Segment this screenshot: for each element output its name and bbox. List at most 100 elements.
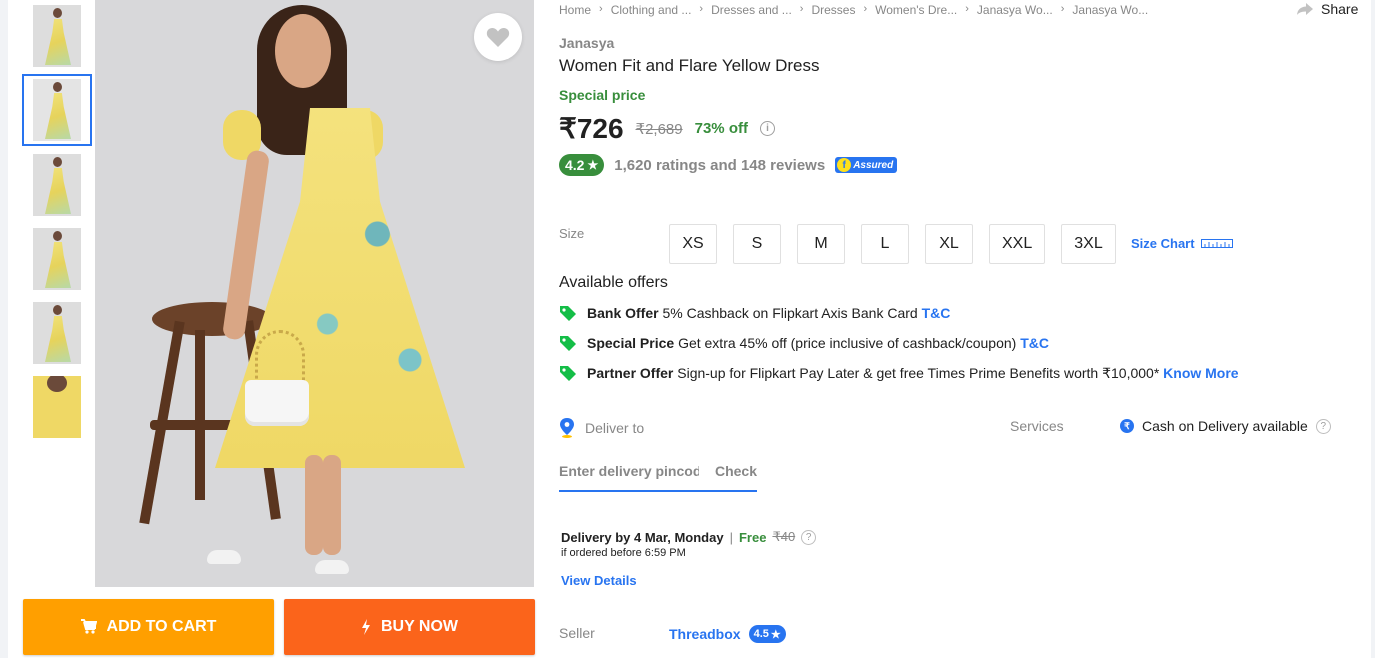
seller-rating: 4.5 bbox=[753, 628, 769, 640]
wishlist-button[interactable] bbox=[474, 13, 522, 61]
rating-badge[interactable]: 4.2 ★ bbox=[559, 154, 605, 176]
breadcrumb-item[interactable]: Janasya Wo... bbox=[1072, 3, 1148, 17]
left-rail bbox=[0, 0, 8, 658]
order-cutoff-text: if ordered before 6:59 PM bbox=[561, 547, 686, 559]
deliver-to-label: Deliver to bbox=[585, 420, 645, 436]
pincode-input[interactable] bbox=[559, 463, 699, 479]
delivery-date: Delivery by 4 Mar, Monday bbox=[561, 529, 724, 545]
star-icon: ★ bbox=[770, 628, 781, 641]
product-brand[interactable]: Janasya bbox=[559, 35, 614, 51]
delivery-fee-strike: ₹40 bbox=[772, 529, 796, 544]
services-label: Services bbox=[1010, 418, 1064, 434]
breadcrumb-item[interactable]: Women's Dre... bbox=[875, 3, 957, 17]
offer-terms-link[interactable]: T&C bbox=[1020, 335, 1049, 351]
product-page: ADD TO CART BUY NOW Home › Clothing and … bbox=[0, 0, 1375, 658]
size-chart-label: Size Chart bbox=[1131, 236, 1195, 251]
delivery-estimate: Delivery by 4 Mar, Monday | Free ₹40 ? bbox=[561, 529, 817, 545]
special-price-label: Special price bbox=[559, 87, 646, 103]
breadcrumb-item[interactable]: Janasya Wo... bbox=[977, 3, 1053, 17]
chevron-right-icon: › bbox=[1060, 3, 1065, 15]
offer-text: Sign-up for Flipkart Pay Later & get fre… bbox=[677, 364, 1160, 381]
flipkart-logo-icon: f bbox=[837, 158, 852, 172]
heart-icon bbox=[486, 27, 510, 47]
mrp-price: ₹2,689 bbox=[635, 120, 683, 138]
thumbnail-4[interactable] bbox=[22, 223, 92, 295]
chevron-right-icon: › bbox=[863, 3, 868, 15]
know-more-link[interactable]: Know More bbox=[1163, 365, 1238, 381]
rupee-icon: ₹ bbox=[1120, 419, 1134, 433]
product-title: Women Fit and Flare Yellow Dress bbox=[559, 56, 820, 75]
cod-text: Cash on Delivery available bbox=[1142, 418, 1308, 434]
buy-now-button[interactable]: BUY NOW bbox=[284, 599, 535, 655]
view-details-link[interactable]: View Details bbox=[561, 573, 637, 588]
seller-name-link[interactable]: Threadbox bbox=[669, 626, 741, 642]
info-icon[interactable]: i bbox=[759, 121, 775, 136]
cart-icon bbox=[80, 619, 97, 634]
question-icon[interactable]: ? bbox=[801, 529, 817, 545]
right-scrollbar[interactable] bbox=[1371, 0, 1375, 658]
thumbnail-2[interactable] bbox=[22, 74, 92, 146]
size-chart-link[interactable]: Size Chart bbox=[1131, 236, 1233, 251]
thumbnail-1[interactable] bbox=[22, 0, 92, 72]
offer-type: Special Price bbox=[587, 335, 675, 351]
question-icon[interactable]: ? bbox=[1315, 418, 1331, 434]
size-option-3xl[interactable]: 3XL bbox=[1061, 224, 1116, 264]
size-option-m[interactable]: M bbox=[797, 224, 845, 264]
product-image[interactable] bbox=[95, 0, 534, 587]
rating-row: 4.2 ★ 1,620 ratings and 148 reviews f As… bbox=[559, 154, 898, 176]
share-button[interactable]: Share bbox=[1297, 1, 1358, 17]
thumbnail-5[interactable] bbox=[22, 297, 92, 369]
thumbnail-3[interactable] bbox=[22, 149, 92, 221]
size-option-l[interactable]: L bbox=[861, 224, 909, 264]
size-option-s[interactable]: S bbox=[733, 224, 781, 264]
add-to-cart-label: ADD TO CART bbox=[106, 618, 217, 635]
thumbnail-6[interactable] bbox=[22, 371, 92, 443]
price-row: ₹726 ₹2,689 73% off i bbox=[559, 112, 775, 145]
handbag bbox=[245, 380, 309, 426]
buy-now-label: BUY NOW bbox=[380, 618, 459, 635]
breadcrumb-item[interactable]: Dresses bbox=[811, 3, 855, 17]
rating-value: 4.2 bbox=[565, 157, 585, 173]
offer-text: 5% Cashback on Flipkart Axis Bank Card bbox=[662, 305, 918, 321]
share-label: Share bbox=[1321, 1, 1359, 17]
offer-item: Special Price Get extra 45% off (price i… bbox=[559, 334, 1049, 352]
tag-icon bbox=[560, 306, 576, 321]
model-face bbox=[275, 14, 331, 88]
separator: | bbox=[729, 529, 733, 545]
ratings-reviews-count[interactable]: 1,620 ratings and 148 reviews bbox=[614, 157, 825, 174]
offer-item: Bank Offer 5% Cashback on Flipkart Axis … bbox=[559, 304, 950, 322]
location-pin-icon bbox=[560, 418, 574, 438]
chevron-right-icon: › bbox=[599, 3, 603, 15]
breadcrumb-item[interactable]: Home bbox=[559, 3, 591, 17]
offer-type: Partner Offer bbox=[587, 364, 674, 381]
lightning-icon bbox=[361, 619, 370, 635]
offer-item: Partner Offer Sign-up for Flipkart Pay L… bbox=[559, 364, 1239, 382]
size-label: Size bbox=[559, 226, 585, 241]
assured-label: Assured bbox=[853, 159, 894, 171]
breadcrumb-item[interactable]: Dresses and ... bbox=[711, 3, 792, 17]
seller-info: Threadbox 4.5 ★ bbox=[669, 625, 786, 643]
size-option-xxl[interactable]: XXL bbox=[989, 224, 1046, 264]
breadcrumb-item[interactable]: Clothing and ... bbox=[611, 3, 692, 17]
seller-label: Seller bbox=[559, 625, 595, 641]
tag-icon bbox=[560, 336, 576, 351]
chevron-right-icon: › bbox=[699, 3, 704, 15]
size-option-xl[interactable]: XL bbox=[925, 224, 973, 264]
chevron-right-icon: › bbox=[799, 3, 804, 15]
offer-text: Get extra 45% off (price inclusive of ca… bbox=[678, 335, 1017, 351]
check-pincode-button[interactable]: Check bbox=[715, 463, 757, 479]
free-delivery-label: Free bbox=[738, 529, 767, 545]
breadcrumb: Home › Clothing and ... › Dresses and ..… bbox=[559, 3, 1148, 17]
available-offers-title: Available offers bbox=[559, 274, 668, 291]
selling-price: ₹726 bbox=[559, 113, 624, 144]
discount-percent: 73% off bbox=[694, 120, 748, 137]
offer-terms-link[interactable]: T&C bbox=[922, 305, 951, 321]
size-option-xs[interactable]: XS bbox=[669, 224, 717, 264]
share-icon bbox=[1297, 3, 1313, 15]
assured-badge: f Assured bbox=[835, 157, 898, 173]
offer-type: Bank Offer bbox=[587, 305, 659, 321]
add-to-cart-button[interactable]: ADD TO CART bbox=[23, 599, 274, 655]
pincode-field: Check bbox=[559, 456, 757, 492]
tag-icon bbox=[560, 366, 576, 381]
size-options: XS S M L XL XXL 3XL bbox=[669, 224, 1116, 264]
